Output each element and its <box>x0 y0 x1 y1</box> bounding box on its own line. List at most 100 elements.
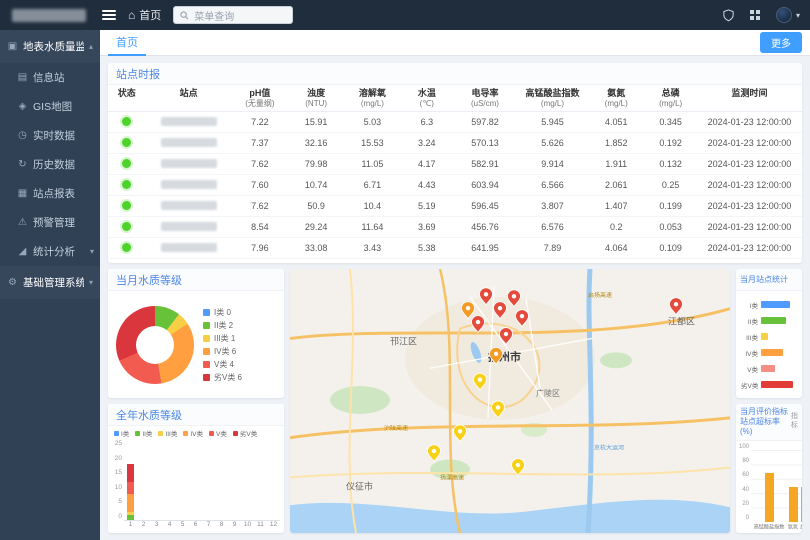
exceedance-chart: 100806040200 高锰酸盐指数氨氮总磷 <box>736 441 802 533</box>
axis-tick: 4 <box>168 521 172 531</box>
sidebar-item-stats[interactable]: ◢统计分析▾ <box>0 237 100 266</box>
sidebar-section-monitor[interactable]: ▣地表水质量监测系统▴ <box>0 30 100 63</box>
map-label: 江都区 <box>668 317 695 327</box>
column-unit: (mg/L) <box>589 99 643 109</box>
status-indicator <box>122 138 131 147</box>
value-cell: 0.053 <box>644 217 697 238</box>
search-icon <box>180 11 189 20</box>
shield-icon[interactable] <box>722 9 735 22</box>
donut-chart <box>116 306 194 384</box>
value-cell: 6.576 <box>517 217 588 238</box>
user-menu-chevron-icon[interactable]: ▾ <box>796 11 800 20</box>
chevron-down-icon: ▾ <box>90 247 94 256</box>
table-header-row: 状态站点pH值(无量纲)浊度(NTU)溶解氧(mg/L)水温(℃)电导率(uS/… <box>108 85 802 112</box>
sidebar-section-settings[interactable]: ⚙基础管理系统▾ <box>0 266 100 299</box>
axis-tick: 0 <box>118 513 122 520</box>
panel-title-station-report: 站点时报 <box>108 63 802 85</box>
status-indicator <box>122 201 131 210</box>
bar <box>801 487 802 522</box>
bar-segment <box>127 464 134 482</box>
value-cell: 3.69 <box>401 217 454 238</box>
station-cell <box>146 112 232 133</box>
legend-swatch <box>183 431 188 436</box>
legend-item: I类 0 <box>203 307 242 318</box>
apps-grid-icon[interactable] <box>749 9 761 21</box>
value-cell: 8.54 <box>232 217 288 238</box>
bar-slot: 8 <box>215 440 228 531</box>
breadcrumb-home[interactable]: ⌂ 首页 <box>128 7 161 23</box>
axis-tick: 9 <box>233 521 237 531</box>
annual-chart: 2520151050 123456789101112 <box>108 438 284 533</box>
exceedance-panel: 当月评价指标站点超标率(%) 指标 100806040200 高锰酸盐指数氨氮总… <box>736 404 802 533</box>
legend-swatch <box>203 348 210 355</box>
bar-track <box>761 365 797 372</box>
value-cell: 0.109 <box>644 238 697 259</box>
value-cell: 5.38 <box>401 238 454 259</box>
status-cell <box>108 217 146 238</box>
column-unit: (mg/L) <box>345 99 399 109</box>
legend-swatch <box>203 335 210 342</box>
tab-home[interactable]: 首页 <box>108 30 146 56</box>
axis-tick: 12 <box>270 521 277 531</box>
value-cell: 6.71 <box>344 175 400 196</box>
bar <box>761 333 768 340</box>
map-canal <box>588 269 591 533</box>
legend-label: I类 <box>121 428 129 438</box>
chevron-up-icon: ▴ <box>89 42 93 51</box>
sidebar-item-info[interactable]: ▤信息站 <box>0 63 100 92</box>
history-icon: ↻ <box>17 159 28 170</box>
tab-bar: 首页 更多 <box>100 30 810 56</box>
value-cell: 1.911 <box>588 154 644 175</box>
annual-legend: I类II类III类IV类V类劣V类 <box>108 426 284 438</box>
column-header: 总磷(mg/L) <box>644 85 697 112</box>
column-header: 状态 <box>108 85 146 112</box>
axis-tick: 8 <box>220 521 224 531</box>
value-cell: 0.25 <box>644 175 697 196</box>
bar-slot: 9 <box>228 440 241 531</box>
value-cell: 570.13 <box>453 133 517 154</box>
value-cell: 5.626 <box>517 133 588 154</box>
legend-label: V类 <box>216 428 227 438</box>
legend-label: IV类 <box>190 428 203 438</box>
sidebar-item-history[interactable]: ↻历史数据 <box>0 150 100 179</box>
bar-slot: 3 <box>150 440 163 531</box>
user-avatar[interactable] <box>776 7 792 23</box>
map-label: 沪陕高速 <box>384 424 408 432</box>
sidebar-item-alert[interactable]: ⚠预警管理 <box>0 208 100 237</box>
value-cell: 4.064 <box>588 238 644 259</box>
sidebar-toggle-icon[interactable] <box>102 10 116 20</box>
column-header: 溶解氧(mg/L) <box>344 85 400 112</box>
column-unit: (mg/L) <box>645 99 696 109</box>
table-row: 7.3732.1615.533.24570.135.6261.8520.1922… <box>108 133 802 154</box>
more-button[interactable]: 更多 <box>760 32 802 53</box>
sidebar-item-label: 站点报表 <box>33 186 75 201</box>
bar-group: 总磷 <box>799 444 802 531</box>
value-cell: 7.62 <box>232 196 288 217</box>
map-icon: ◈ <box>17 101 28 112</box>
map-label: 邗江区 <box>390 336 417 346</box>
monthly-quality-panel: 当月水质等级 I类 0II类 2III类 1IV类 6V类 4劣V类 6 <box>108 269 284 398</box>
bar <box>761 301 790 308</box>
sidebar-nav: ▣地表水质量监测系统▴▤信息站◈GIS地图◷实时数据↻历史数据▦站点报表⚠预警管… <box>0 30 100 299</box>
sidebar-item-map[interactable]: ◈GIS地图 <box>0 92 100 121</box>
annual-plot: 123456789101112 <box>124 440 280 531</box>
menu-search-input[interactable]: 菜单查询 <box>173 6 293 24</box>
monitor-icon: ▣ <box>7 41 18 52</box>
bar-track <box>761 333 797 340</box>
sidebar-item-report[interactable]: ▦站点报表 <box>0 179 100 208</box>
stations-map[interactable]: 扬州市江都区邗江区广陵区仪征市沪陕高速启扬高速扬溧高速京杭大运河 <box>290 269 730 533</box>
status-cell <box>108 154 146 175</box>
legend-label: 劣V类 6 <box>214 372 242 383</box>
bar <box>761 381 793 388</box>
value-cell: 1.852 <box>588 133 644 154</box>
axis-tick: 5 <box>181 521 185 531</box>
home-icon: ⌂ <box>128 9 135 21</box>
map-park <box>330 386 390 414</box>
status-cell <box>108 196 146 217</box>
table-row: 7.6010.746.714.43603.946.5662.0610.25202… <box>108 175 802 196</box>
bar-slot: 6 <box>189 440 202 531</box>
axis-tick: 6 <box>194 521 198 531</box>
sidebar-item-realtime[interactable]: ◷实时数据 <box>0 121 100 150</box>
bar-track <box>761 381 797 388</box>
column-unit: (NTU) <box>289 99 343 109</box>
